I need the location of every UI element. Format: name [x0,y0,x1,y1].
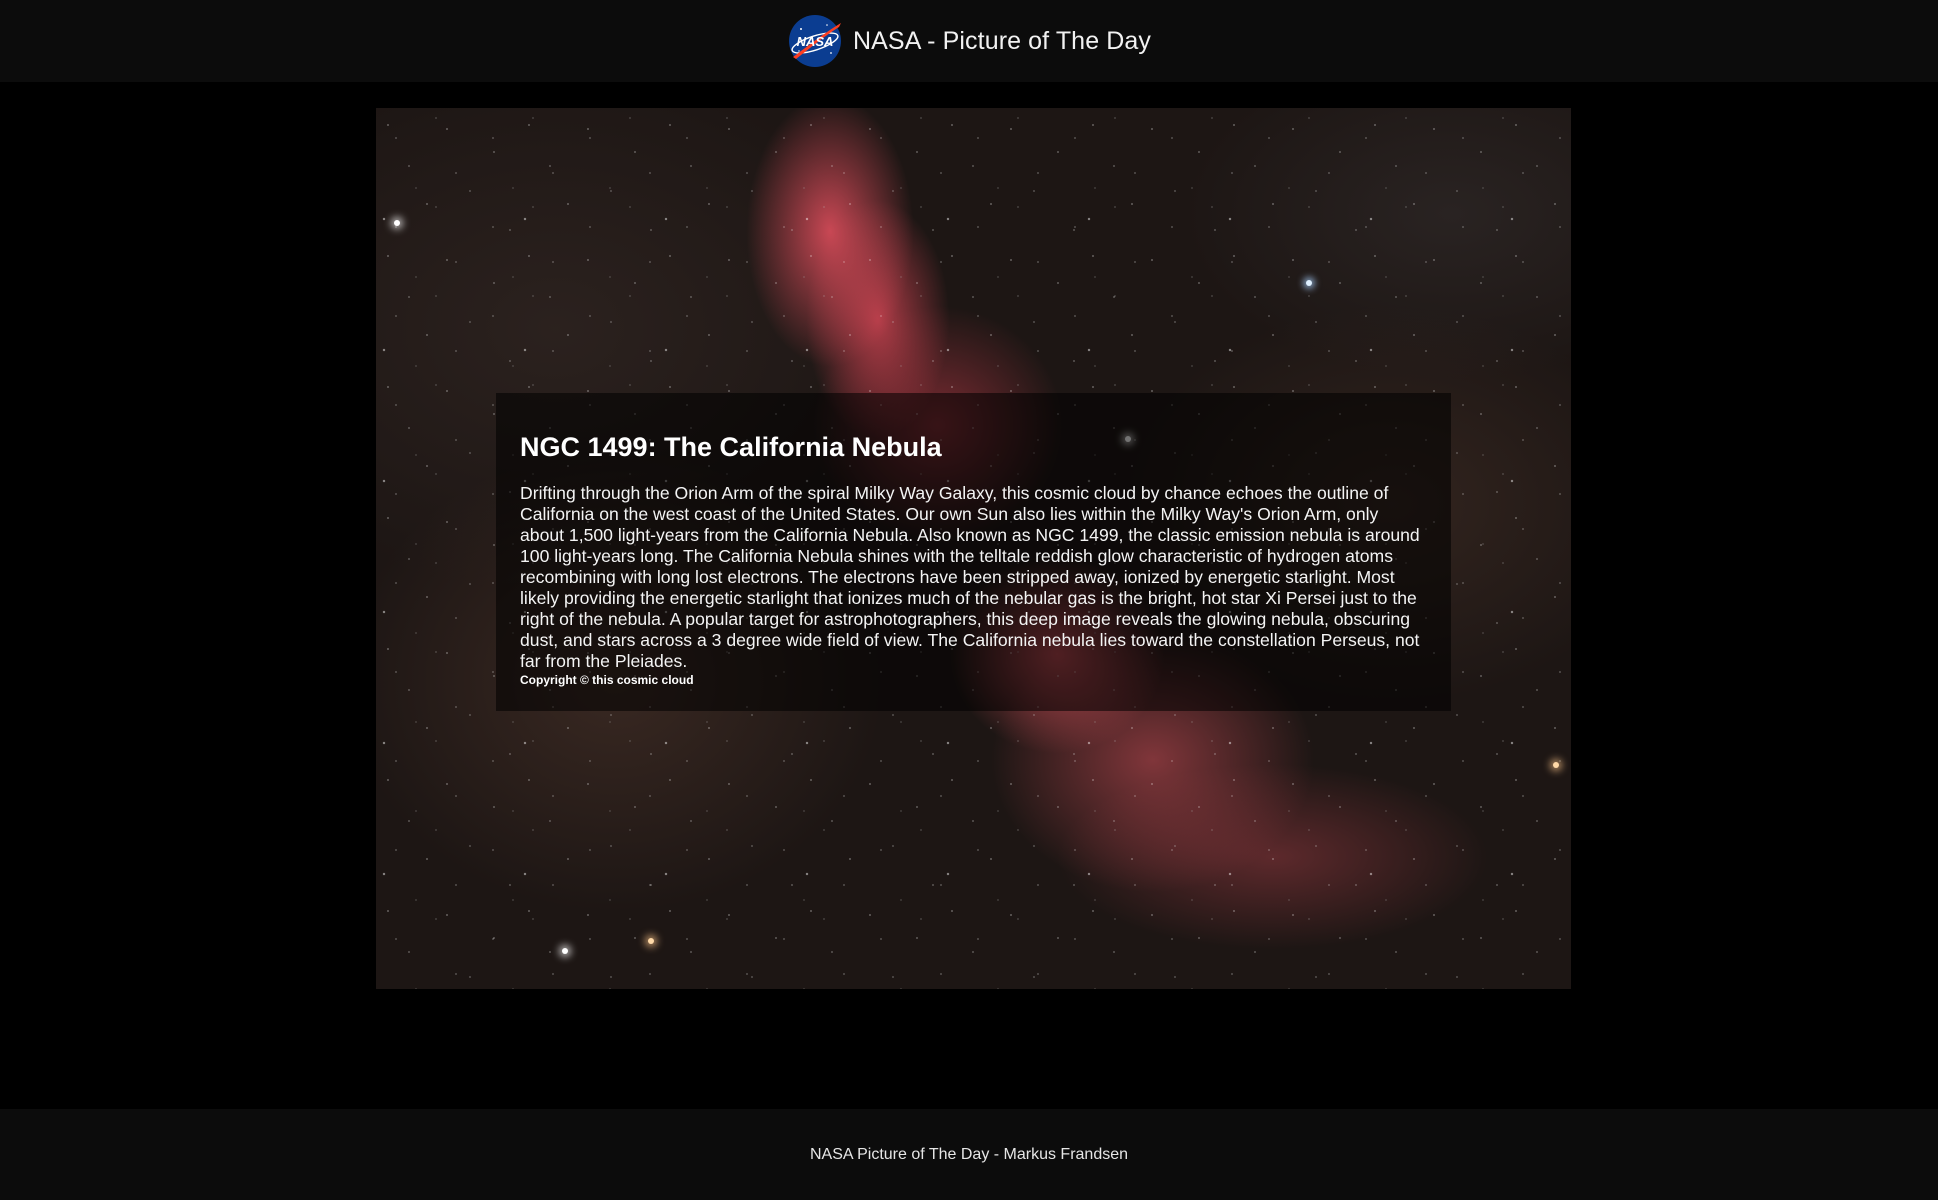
bright-star [394,220,400,226]
apod-image: NGC 1499: The California Nebula Drifting… [376,108,1571,989]
bright-star [562,948,568,954]
apod-title: NGC 1499: The California Nebula [520,432,942,462]
apod-explanation: Drifting through the Orion Arm of the sp… [520,483,1420,672]
footer-text: NASA Picture of The Day - Markus Frandse… [809,1145,1129,1163]
bright-star [1553,762,1559,768]
site-footer: NASA Picture of The Day - Markus Frandse… [0,1109,1938,1200]
site-header: NASA NASA - Picture of The Day [0,0,1938,82]
header-brand: NASA NASA - Picture of The Day [787,13,1151,69]
apod-copyright: Copyright © this cosmic cloud [520,673,694,688]
bright-star [1306,280,1312,286]
apod-info-panel: NGC 1499: The California Nebula Drifting… [496,393,1451,711]
page-title: NASA - Picture of The Day [853,26,1151,55]
logo-text: NASA [797,34,834,49]
bright-star [648,938,654,944]
nasa-logo-icon: NASA [787,13,843,69]
main-content: NGC 1499: The California Nebula Drifting… [0,82,1938,1109]
